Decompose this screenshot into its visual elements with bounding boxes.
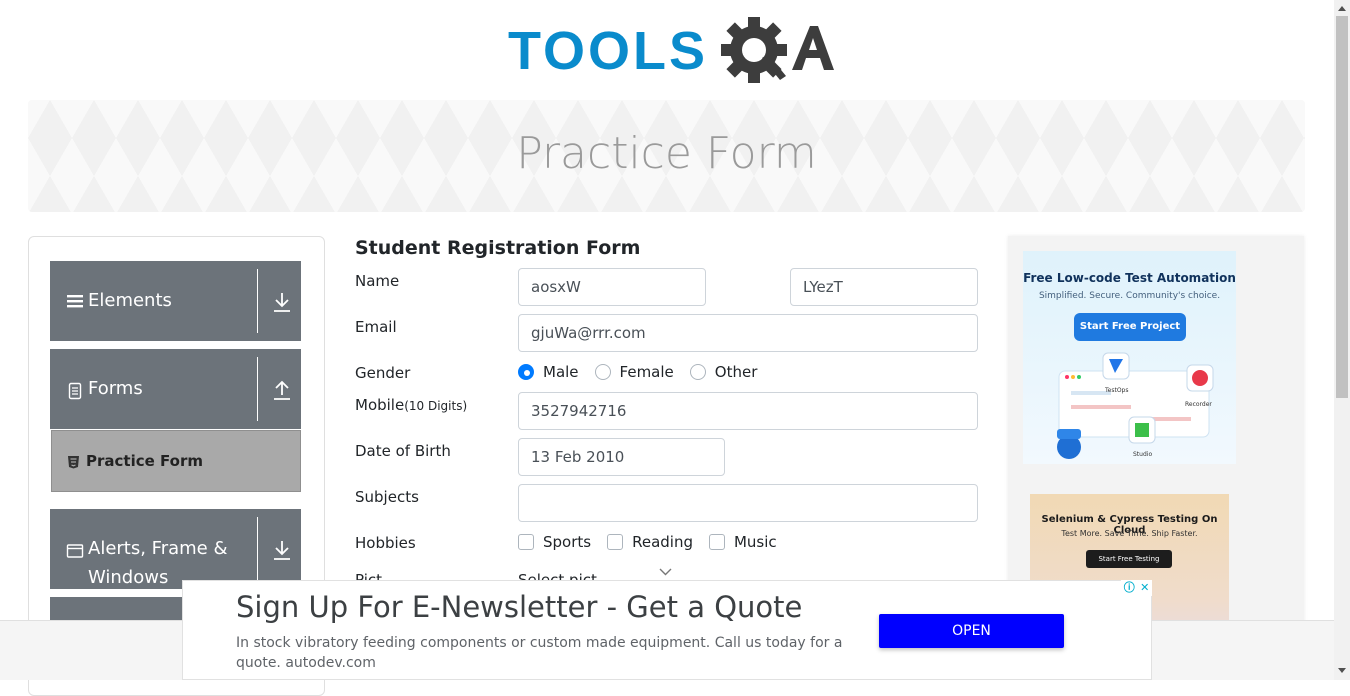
email-input[interactable]: gjuWa@rrr.com <box>518 314 978 352</box>
bottom-ad-open-button[interactable]: OPEN <box>879 614 1064 648</box>
sidebar-group-label: Elements <box>88 290 172 311</box>
scrollbar-thumb[interactable] <box>1336 16 1348 398</box>
scroll-up-arrow-icon[interactable] <box>1338 6 1346 11</box>
sidebar-group-forms[interactable]: Forms <box>50 349 301 429</box>
hobby-reading-label[interactable]: Reading <box>632 533 693 551</box>
sidebar-group-label-line2: Windows <box>88 567 169 588</box>
hobby-sports-option[interactable]: Sports <box>518 533 591 551</box>
ad1-subtitle: Simplified. Secure. Community's choice. <box>1038 291 1221 301</box>
scroll-down-arrow-icon[interactable] <box>1338 668 1346 673</box>
divider <box>257 357 258 421</box>
sidebar-item-label: Practice Form <box>86 452 203 470</box>
sidebar-group-alerts[interactable]: Alerts, Frame & Windows <box>50 509 301 589</box>
email-label: Email <box>355 318 397 336</box>
gear-q-icon <box>721 17 834 83</box>
subjects-input[interactable] <box>518 484 978 522</box>
hobby-music-checkbox[interactable] <box>708 534 725 550</box>
date-of-birth-input[interactable]: 13 Feb 2010 <box>518 438 725 476</box>
html5-icon <box>68 456 79 469</box>
ad1-label-recorder: Recorder <box>1185 401 1212 408</box>
ad1-label-testops: TestOps <box>1105 387 1129 394</box>
ad1-label-studio: Studio <box>1133 451 1153 458</box>
upload-arrow-icon[interactable] <box>272 379 292 401</box>
ad2-subtitle: Test More. Save Time. Ship Faster. <box>1061 529 1198 538</box>
hobby-sports-label[interactable]: Sports <box>543 533 591 551</box>
gender-other-label[interactable]: Other <box>715 363 758 381</box>
hamburger-icon <box>67 295 83 308</box>
ad1-headline: Free Low-code Test Automation <box>1023 271 1236 285</box>
gender-male-label[interactable]: Male <box>543 363 579 381</box>
hobby-sports-checkbox[interactable] <box>518 534 534 550</box>
gender-label: Gender <box>355 364 411 382</box>
info-icon[interactable]: ⓘ <box>1124 581 1135 595</box>
adchoices: ⓘ ✕ <box>1121 580 1152 596</box>
chevron-down-icon[interactable] <box>659 568 672 576</box>
hobbies-label: Hobbies <box>355 534 416 552</box>
gender-male-option[interactable]: Male <box>518 363 579 381</box>
mobile-label: Mobile(10 Digits) <box>355 396 467 414</box>
divider <box>257 517 258 581</box>
bottom-ad-description: In stock vibratory feeding components or… <box>236 635 843 671</box>
right-ad-panel: Free Low-code Test Automation Simplified… <box>1008 236 1304 644</box>
mobile-input[interactable]: 3527942716 <box>518 392 978 430</box>
window-icon <box>66 544 84 558</box>
form-title: Student Registration Form <box>355 237 641 259</box>
hobby-music-option[interactable]: Music <box>708 533 777 551</box>
dob-label: Date of Birth <box>355 442 451 460</box>
document-icon <box>68 382 82 400</box>
download-arrow-icon[interactable] <box>272 291 292 313</box>
page-scrollbar[interactable] <box>1334 0 1350 680</box>
hobby-reading-checkbox[interactable] <box>607 534 624 550</box>
last-name-input[interactable]: LYezT <box>790 268 978 306</box>
hobby-music-label[interactable]: Music <box>734 533 777 551</box>
gender-female-label[interactable]: Female <box>620 363 674 381</box>
page-title: Practice Form <box>516 128 817 179</box>
gender-female-radio[interactable] <box>594 364 611 380</box>
mobile-label-text: Mobile <box>355 396 405 414</box>
sidebar-group-label-line1: Alerts, Frame & <box>88 538 228 559</box>
start-free-testing-button[interactable]: Start Free Testing <box>1086 550 1172 568</box>
logo-text-tools: TOOLS <box>508 21 709 81</box>
first-name-input[interactable]: aosxW <box>518 268 706 306</box>
gender-other-radio[interactable] <box>689 364 706 380</box>
mobile-hint: (10 Digits) <box>404 399 468 413</box>
sidebar-group-label: Forms <box>88 378 143 399</box>
close-icon[interactable]: ✕ <box>1140 581 1149 595</box>
hobby-reading-option[interactable]: Reading <box>607 533 693 551</box>
gender-female-option[interactable]: Female <box>594 363 674 381</box>
bottom-ad-headline[interactable]: Sign Up For E-Newsletter - Get a Quote <box>236 590 802 624</box>
subjects-label: Subjects <box>355 488 419 506</box>
gender-male-radio[interactable] <box>518 364 534 380</box>
ad-low-code-automation[interactable]: Free Low-code Test Automation Simplified… <box>1023 251 1236 464</box>
sidebar-group-elements[interactable]: Elements <box>50 261 301 341</box>
start-free-project-button[interactable]: Start Free Project <box>1074 313 1186 341</box>
bottom-banner-ad[interactable]: Sign Up For E-Newsletter - Get a Quote I… <box>182 580 1152 680</box>
gender-other-option[interactable]: Other <box>689 363 758 381</box>
download-arrow-icon[interactable] <box>272 539 292 561</box>
gender-radio-group: Male Female Other <box>518 363 773 381</box>
divider <box>257 269 258 333</box>
toolsqa-logo[interactable]: TOOLS <box>508 14 834 90</box>
name-label: Name <box>355 272 400 290</box>
page-banner: Practice Form <box>28 100 1305 212</box>
sidebar-item-practice-form[interactable]: Practice Form <box>51 430 301 492</box>
hobbies-checkbox-group: Sports Reading Music <box>518 533 793 551</box>
